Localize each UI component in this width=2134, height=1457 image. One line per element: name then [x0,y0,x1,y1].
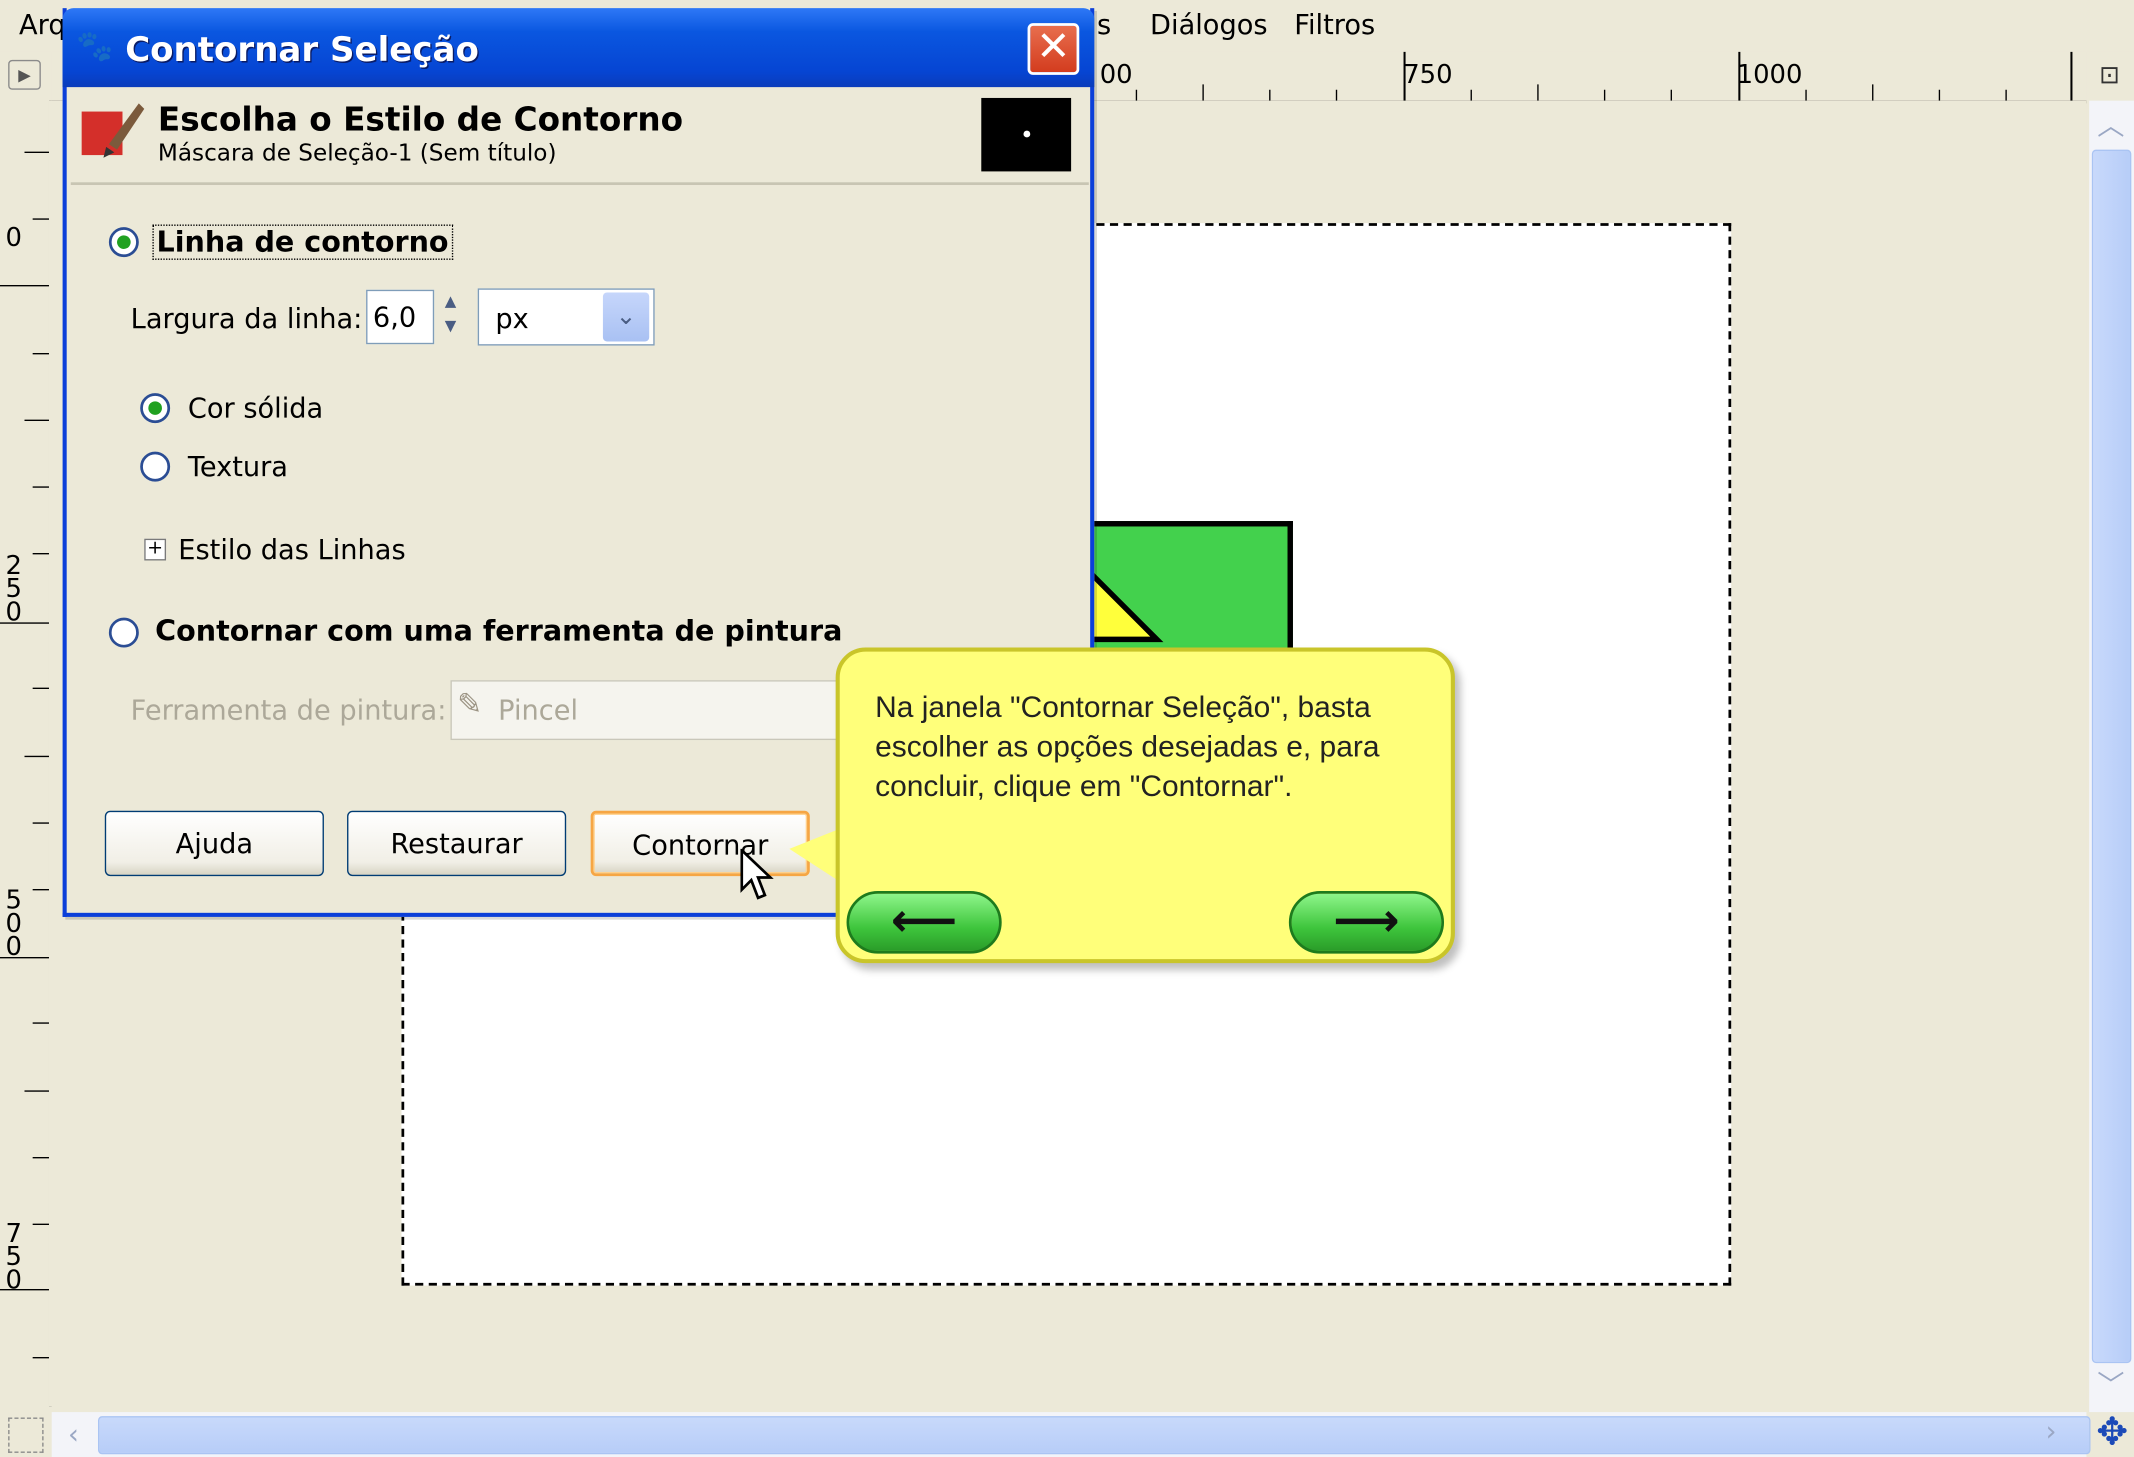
vertical-ruler: 0 250 500 750 [0,100,52,1407]
yellow-triangle-shape [1088,571,1164,643]
next-button[interactable]: ⟶ [1288,891,1445,954]
back-button[interactable]: ⟵ [846,891,1002,954]
stroke-brush-icon [81,103,145,158]
menu-partial[interactable]: s [1097,8,1111,41]
help-button[interactable]: Ajuda [104,810,324,877]
ruler-label: 1000 [1736,59,1803,90]
quick-mask-icon[interactable]: ▶ [8,59,41,90]
close-icon[interactable]: ✕ [1027,23,1080,75]
ruler-label: 750 [1403,59,1453,90]
arrow-right-icon: ⟶ [1333,893,1400,949]
scroll-up-icon[interactable]: ︿ [2092,106,2130,144]
vertical-scroll-thumb[interactable] [2091,149,2132,1364]
horizontal-scroll-thumb[interactable] [97,1416,2091,1455]
paint-tool-label: Ferramenta de pintura: [130,693,447,727]
ruler-ticks [0,151,49,1359]
callout-text: Na janela "Contornar Seleção", basta esc… [875,689,1380,803]
pattern-radio[interactable] [140,451,171,482]
dialog-title: Contornar Seleção [125,29,479,70]
ruler-label: 500 [5,885,22,962]
expand-plus-icon[interactable]: + [144,539,167,561]
pattern-label[interactable]: Textura [188,450,288,483]
selection-toggle-icon[interactable] [8,1417,44,1453]
line-width-label: Largura da linha: [130,302,363,335]
dialog-header-subtitle: Máscara de Seleção-1 (Sem título) [157,140,557,168]
menu-arquivo[interactable]: Arq [19,8,66,41]
chevron-down-icon[interactable]: ⌄ [602,292,650,342]
paint-tool-value: Pincel [498,693,579,727]
line-style-expander[interactable]: Estilo das Linhas [178,533,405,566]
arrow-left-icon: ⟵ [890,893,958,949]
menu-filtros[interactable]: Filtros [1294,8,1375,41]
scroll-down-icon[interactable]: ﹀ [2092,1366,2130,1404]
zoom-navigate-icon[interactable]: ⊡ [2090,57,2128,95]
selection-preview [981,97,1072,172]
scroll-right-icon[interactable]: › [2046,1415,2057,1448]
solid-color-label[interactable]: Cor sólida [188,392,323,425]
menu-dialogos[interactable]: Diálogos [1150,8,1268,41]
stroke-line-radio[interactable] [108,227,139,258]
ruler-label: 750 [5,1218,22,1296]
ruler-label: 250 [5,550,22,628]
ruler-label: 00 [1099,59,1133,90]
paint-tool-option-label[interactable]: Contornar com uma ferramenta de pintura [155,615,842,648]
paint-tool-radio[interactable] [108,617,139,648]
reset-button[interactable]: Restaurar [347,810,567,877]
ruler-label: 0 [5,223,22,254]
vertical-scrollbar[interactable]: ︿ ﹀ [2089,100,2134,1413]
line-width-spinner[interactable]: ▲ ▼ [436,290,466,344]
paintbrush-icon: ✎ [457,688,483,723]
scroll-left-icon[interactable]: ‹ [54,1415,92,1453]
stroke-line-label[interactable]: Linha de contorno [152,224,453,260]
gimp-wilber-icon: 🐾 [76,29,114,64]
line-width-input[interactable]: 6,0 [366,289,435,345]
solid-color-radio[interactable] [140,393,171,424]
stroke-button[interactable]: Contornar [590,810,810,877]
horizontal-scrollbar[interactable]: ‹ [51,1412,2091,1457]
navigate-move-icon[interactable]: ✥ [2092,1411,2133,1453]
dialog-header-title: Escolha o Estilo de Contorno [157,100,684,139]
